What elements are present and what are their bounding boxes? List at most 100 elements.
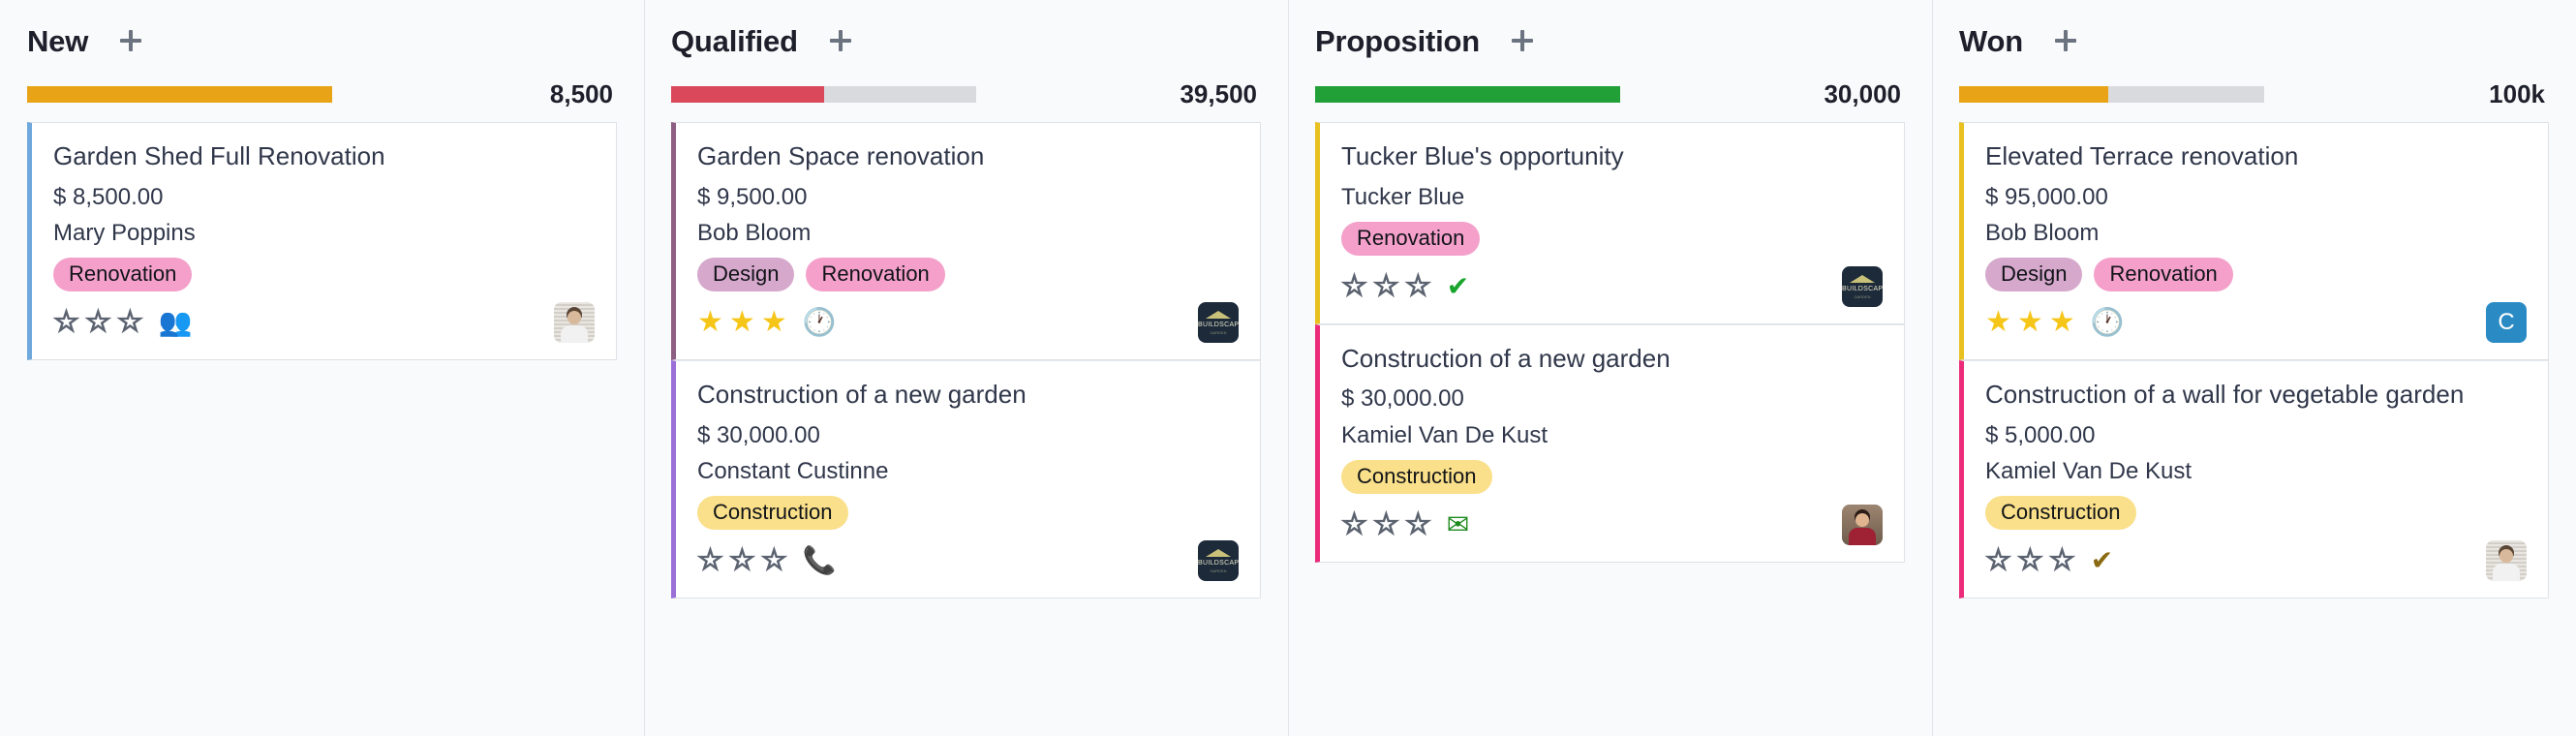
star-icon[interactable]: ☆ — [1340, 509, 1368, 540]
avatar[interactable] — [2486, 540, 2527, 582]
star-icon[interactable]: ☆ — [1372, 271, 1400, 302]
card-title: Garden Space renovation — [697, 141, 985, 170]
tag-design[interactable]: Design — [697, 257, 795, 292]
tag-construction[interactable]: Construction — [1341, 459, 1492, 494]
add-card-icon[interactable] — [1509, 27, 1536, 54]
star-icon[interactable]: ☆ — [696, 545, 724, 576]
kanban-card[interactable]: Construction of a new garden $ 30,000.00 C… — [671, 360, 1261, 599]
star-icon[interactable]: ☆ — [1340, 271, 1368, 302]
clock-icon[interactable]: 🕐 — [803, 309, 837, 336]
star-icon[interactable]: ☆ — [116, 307, 144, 338]
column-progress: 30,000 — [1315, 81, 1905, 107]
star-icon[interactable]: ☆ — [1372, 509, 1400, 540]
star-icon[interactable]: ☆ — [1404, 509, 1432, 540]
star-icon[interactable]: ★ — [729, 308, 755, 337]
progress-track[interactable] — [27, 85, 332, 103]
star-icon[interactable]: ☆ — [52, 307, 80, 338]
progress-fill — [1959, 85, 2109, 103]
add-card-icon[interactable] — [2052, 27, 2079, 54]
tag-construction[interactable]: Construction — [1985, 495, 2136, 531]
star-icon[interactable]: ★ — [2049, 308, 2075, 337]
card-list: Elevated Terrace renovation $ 95,000.00 Bo… — [1959, 122, 2549, 599]
logo-roof-icon — [1850, 274, 1875, 283]
star-icon[interactable]: ★ — [2017, 308, 2043, 337]
kanban-card[interactable]: Tucker Blue's opportunity Tucker Blue Reno… — [1315, 122, 1905, 324]
tag-row: Construction — [1341, 459, 1883, 494]
column-progress: 100k — [1959, 81, 2549, 107]
add-card-icon[interactable] — [827, 27, 854, 54]
tag-renovation[interactable]: Renovation — [2094, 257, 2233, 292]
avatar[interactable]: BUILDSCAPEGARDEN — [1198, 540, 1239, 582]
star-icon[interactable]: ☆ — [2048, 545, 2076, 576]
column-title: Proposition — [1315, 23, 1481, 58]
card-person: Bob Bloom — [1985, 219, 2100, 246]
star-icon[interactable]: ☆ — [1404, 271, 1432, 302]
kanban-board: New 8,500 Garden Shed Full Renovation $ 8,5… — [0, 0, 2576, 736]
star-icon[interactable]: ★ — [697, 308, 723, 337]
card-title: Tucker Blue's opportunity — [1341, 141, 1624, 170]
avatar[interactable] — [554, 302, 595, 344]
tag-row: Renovation — [53, 257, 595, 292]
star-icon[interactable]: ☆ — [1984, 545, 2012, 576]
avatar-body — [561, 325, 588, 344]
tag-renovation[interactable]: Renovation — [1341, 221, 1481, 256]
tag-renovation[interactable]: Renovation — [53, 257, 193, 292]
column-header: Won — [1959, 19, 2549, 62]
tag-design[interactable]: Design — [1985, 257, 2083, 292]
column-title: Won — [1959, 23, 2023, 58]
star-icon[interactable]: ☆ — [84, 307, 112, 338]
avatar-body — [2493, 564, 2520, 582]
card-person: Mary Poppins — [53, 219, 196, 246]
tag-renovation[interactable]: Renovation — [806, 257, 945, 292]
rating-stars: ★ ★ ★ — [697, 308, 787, 337]
kanban-column-proposition: Proposition 30,000 Tucker Blue's opportuni… — [1288, 0, 1932, 736]
logo-sublabel: GARDEN — [1854, 293, 1871, 299]
users-icon[interactable]: 👥 — [159, 309, 193, 336]
kanban-card[interactable]: Garden Space renovation $ 9,500.00 Bob Blo… — [671, 122, 1261, 361]
check-icon[interactable]: ✔ — [1447, 272, 1469, 300]
star-icon[interactable]: ★ — [761, 308, 787, 337]
clock-icon[interactable]: 🕐 — [2091, 309, 2125, 336]
check-icon[interactable]: ✔ — [2091, 547, 2113, 574]
logo-sublabel: GARDEN — [1210, 330, 1227, 336]
progress-track[interactable] — [1315, 85, 1620, 103]
kanban-card[interactable]: Construction of a new garden $ 30,000.00 K… — [1315, 323, 1905, 563]
kanban-card[interactable]: Garden Shed Full Renovation $ 8,500.00 Mar… — [27, 122, 617, 361]
add-card-icon[interactable] — [117, 27, 144, 54]
logo-sublabel: GARDEN — [1210, 568, 1227, 574]
card-person: Tucker Blue — [1341, 183, 1465, 210]
kanban-column-qualified: Qualified 39,500 Garden Space renovation $ … — [644, 0, 1288, 736]
star-icon[interactable]: ☆ — [760, 545, 788, 576]
rating-stars: ☆ ☆ ☆ — [1984, 545, 2076, 576]
card-person: Bob Bloom — [697, 219, 812, 246]
avatar[interactable]: BUILDSCAPEGARDEN — [1842, 265, 1883, 307]
column-title: Qualified — [671, 23, 798, 58]
logo-label: BUILDSCAPE — [1842, 285, 1883, 292]
card-footer: ★ ★ ★ 🕐 C — [1985, 301, 2527, 344]
avatar[interactable]: C — [2486, 302, 2527, 344]
kanban-card[interactable]: Construction of a wall for vegetable gar… — [1959, 360, 2549, 599]
star-icon[interactable]: ★ — [1985, 308, 2011, 337]
kanban-card[interactable]: Elevated Terrace renovation $ 95,000.00 Bo… — [1959, 122, 2549, 361]
column-title: New — [27, 23, 89, 58]
column-progress: 8,500 — [27, 81, 617, 107]
column-header: Proposition — [1315, 19, 1905, 62]
star-icon[interactable]: ☆ — [2016, 545, 2044, 576]
avatar-body — [1849, 527, 1876, 545]
phone-icon[interactable]: 📞 — [803, 547, 837, 574]
card-person: Kamiel Van De Kust — [1341, 421, 1548, 448]
tag-construction[interactable]: Construction — [697, 495, 848, 531]
avatar[interactable]: BUILDSCAPEGARDEN — [1198, 302, 1239, 344]
progress-fill — [671, 85, 824, 103]
envelope-icon[interactable]: ✉ — [1447, 510, 1469, 538]
card-person: Constant Custinne — [697, 457, 889, 484]
progress-fill — [27, 85, 332, 103]
card-amount: $ 8,500.00 — [53, 183, 164, 210]
avatar[interactable] — [1842, 504, 1883, 545]
tag-row: Design Renovation — [1985, 257, 2527, 292]
progress-track[interactable] — [1959, 85, 2264, 103]
progress-track[interactable] — [671, 85, 976, 103]
card-footer: ☆ ☆ ☆ ✔ — [1984, 539, 2527, 582]
column-header: Qualified — [671, 19, 1261, 62]
star-icon[interactable]: ☆ — [728, 545, 756, 576]
